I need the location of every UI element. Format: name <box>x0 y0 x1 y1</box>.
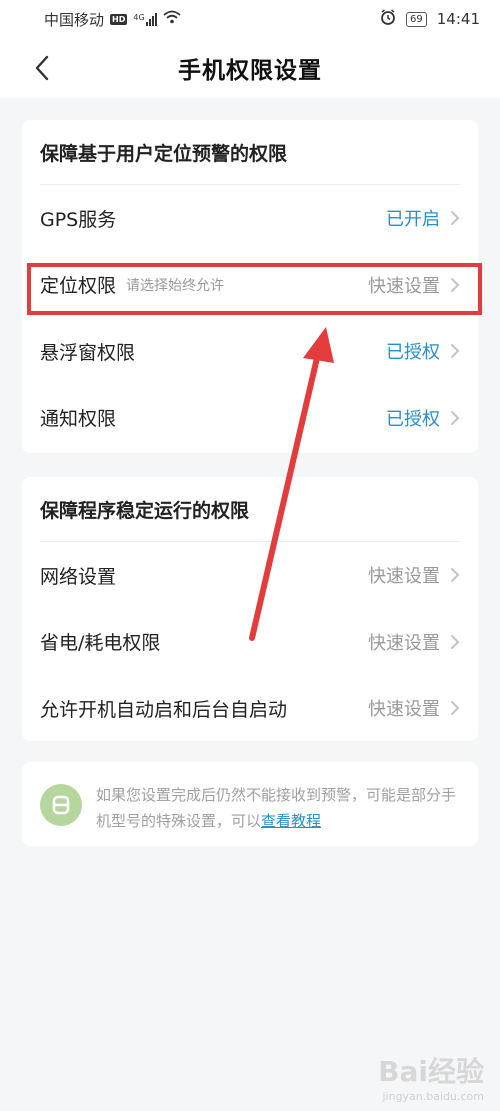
status-text: 已开启 <box>386 209 440 231</box>
carrier-name: 中国移动 <box>44 10 105 29</box>
quick-setup-link: 快速设置 <box>368 566 440 588</box>
view-tutorial-link[interactable]: 查看教程 <box>261 812 321 830</box>
row-label: GPS服务 <box>40 208 117 231</box>
back-arrow-icon[interactable] <box>28 54 56 82</box>
watermark-url: jingyan.baidu.com <box>382 1090 484 1103</box>
watermark-brand: Bai经验 <box>378 1055 484 1088</box>
chevron-right-icon <box>450 410 460 426</box>
row-label: 允许开机自动启和后台自启动 <box>40 698 288 721</box>
quick-setup-link: 快速设置 <box>368 699 440 721</box>
floating-window-permission-row[interactable]: 悬浮窗权限 已授权 <box>22 318 478 385</box>
chevron-right-icon <box>450 700 460 716</box>
alarm-icon <box>380 9 396 29</box>
autostart-permission-row[interactable]: 允许开机自动启和后台自启动 快速设置 <box>22 675 478 742</box>
tip-card: 如果您设置完成后仍然不能接收到预警，可能是部分手机型号的特殊设置，可以查看教程 <box>22 762 478 846</box>
network-settings-row[interactable]: 网络设置 快速设置 <box>22 542 478 609</box>
row-label: 省电/耗电权限 <box>40 632 161 655</box>
tip-b-icon <box>40 784 82 826</box>
watermark: Bai经验 jingyan.baidu.com <box>378 1050 484 1103</box>
page-title: 手机权限设置 <box>178 58 322 84</box>
status-text: 已授权 <box>386 408 440 430</box>
row-label: 悬浮窗权限 <box>40 341 136 364</box>
status-bar: 中国移动 HD 4G 69 14:41 <box>0 0 500 38</box>
stability-permissions-card: 保障程序稳定运行的权限 网络设置 快速设置 省电/耗电权限 快速设置 允许开机自… <box>22 477 478 741</box>
wifi-icon <box>163 10 181 28</box>
notification-permission-row[interactable]: 通知权限 已授权 <box>22 385 478 452</box>
gps-service-row[interactable]: GPS服务 已开启 <box>22 185 478 252</box>
top-nav-bar: 手机权限设置 <box>0 38 500 98</box>
power-permission-row[interactable]: 省电/耗电权限 快速设置 <box>22 609 478 676</box>
row-label: 网络设置 <box>40 565 117 588</box>
row-label: 通知权限 <box>40 408 117 431</box>
chevron-right-icon <box>450 210 460 226</box>
battery-icon: 69 <box>406 11 427 27</box>
chevron-right-icon <box>450 567 460 583</box>
section-title: 保障基于用户定位预警的权限 <box>40 142 288 165</box>
network-type: 4G <box>133 12 145 22</box>
annotation-highlight-box <box>27 263 482 315</box>
status-text: 已授权 <box>386 342 440 364</box>
section-title: 保障程序稳定运行的权限 <box>40 499 250 522</box>
chevron-right-icon <box>450 343 460 359</box>
signal-icon: 4G <box>133 12 157 26</box>
quick-setup-link: 快速设置 <box>368 632 440 654</box>
tip-text: 如果您设置完成后仍然不能接收到预警，可能是部分手机型号的特殊设置，可以查看教程 <box>96 782 460 834</box>
hd-badge: HD <box>110 13 128 25</box>
chevron-right-icon <box>450 634 460 650</box>
clock-time: 14:41 <box>436 10 480 28</box>
